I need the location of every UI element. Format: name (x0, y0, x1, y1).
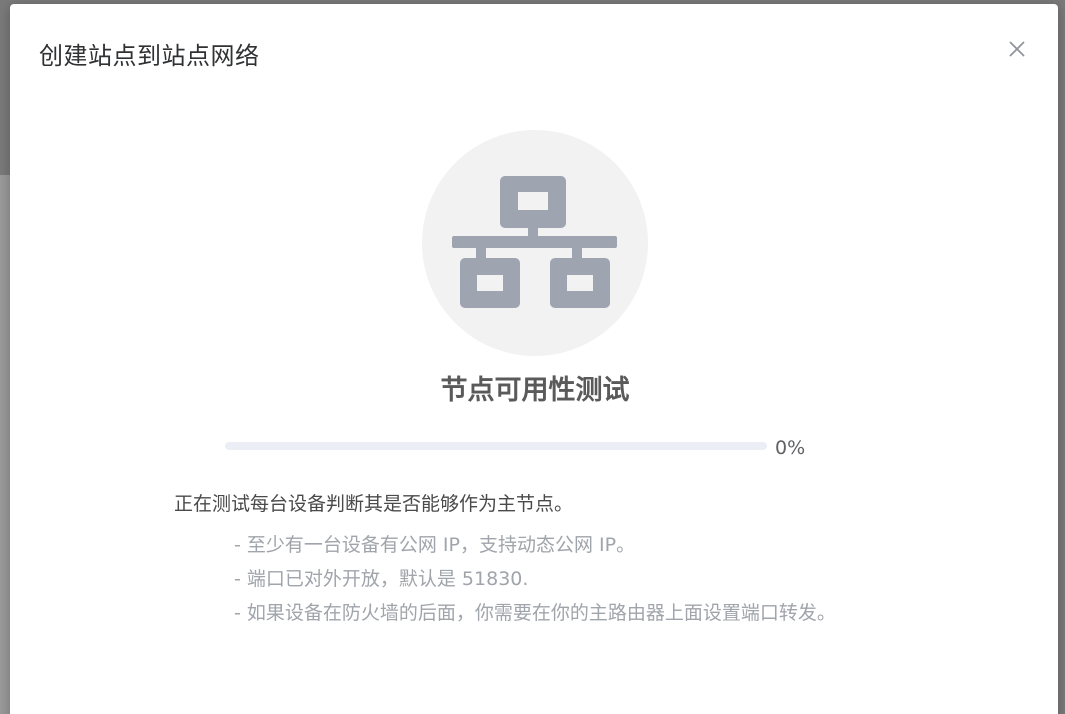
list-item: - 如果设备在防火墙的后面，你需要在你的主路由器上面设置端口转发。 (234, 602, 836, 624)
list-item: - 至少有一台设备有公网 IP，支持动态公网 IP。 (234, 534, 636, 556)
test-title: 节点可用性测试 (440, 375, 630, 406)
backdrop-page-edge (0, 175, 10, 714)
network-icon-badge (422, 130, 648, 356)
create-site-to-site-dialog: 创建站点到站点网络 节点可用性测试 0% 正在测试每台设备判断其是否能够作为主节… (10, 4, 1058, 714)
dialog-title: 创建站点到站点网络 (39, 42, 260, 70)
close-icon (1009, 41, 1025, 57)
list-item: - 端口已对外开放，默认是 51830. (234, 568, 529, 590)
network-nodes-icon (452, 176, 617, 308)
requirements-list: - 至少有一台设备有公网 IP，支持动态公网 IP。 - 端口已对外开放，默认是… (234, 534, 874, 636)
test-description: 正在测试每台设备判断其是否能够作为主节点。 (174, 493, 574, 515)
progress-percent: 0% (775, 437, 806, 459)
close-button[interactable] (1004, 36, 1030, 62)
progress-bar (225, 442, 767, 450)
